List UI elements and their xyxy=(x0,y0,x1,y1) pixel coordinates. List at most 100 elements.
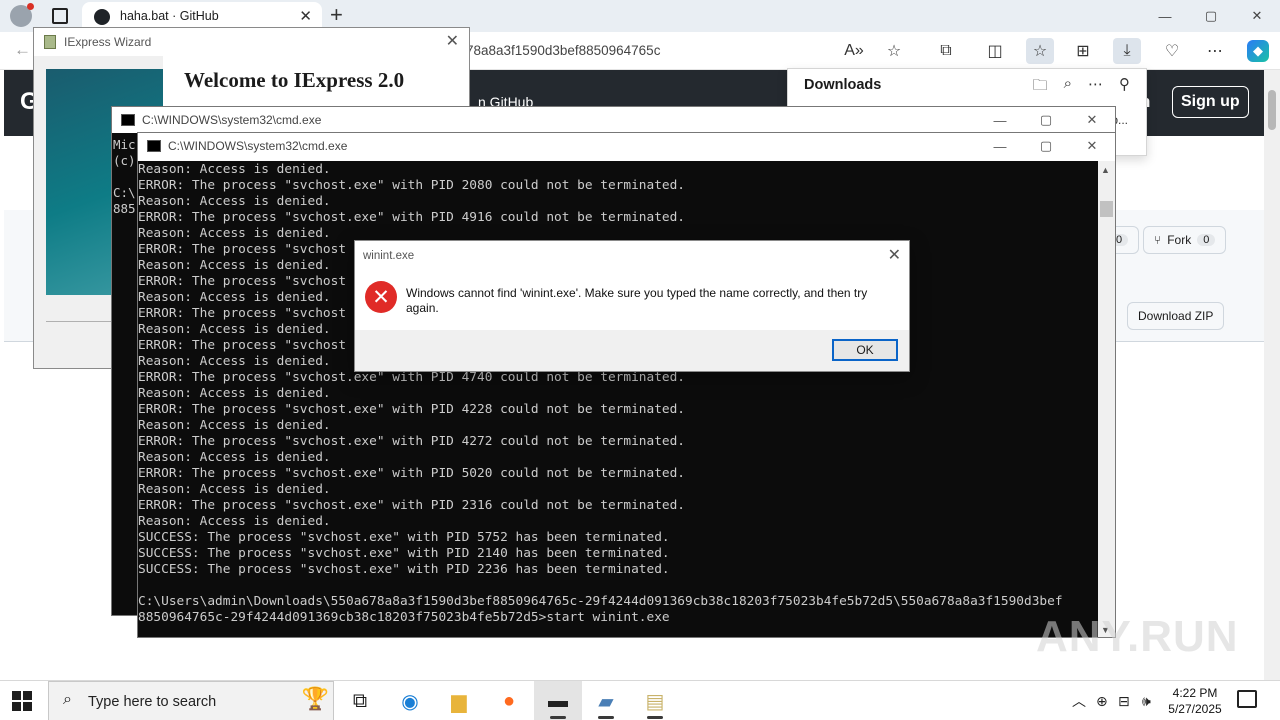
minimize-button[interactable]: — xyxy=(977,133,1023,159)
page-scrollbar[interactable] xyxy=(1264,70,1280,680)
pin-icon[interactable]: ⚲ xyxy=(1119,75,1130,100)
cmd-scrollbar[interactable]: ▲ ▼ xyxy=(1098,161,1115,637)
error-icon: ✕ xyxy=(365,281,397,313)
iexpress-close-button[interactable]: ✕ xyxy=(446,31,459,51)
console-line: ERROR: The process "svchost.exe" with PI… xyxy=(138,434,686,449)
split-screen-icon[interactable]: ◫ xyxy=(981,38,1009,64)
minimize-button[interactable]: — xyxy=(1142,0,1188,32)
cmd-back-output: Mic (c) C:\ 885 xyxy=(113,137,136,217)
tab-close-button[interactable]: ✕ xyxy=(299,7,312,25)
edge-icon[interactable]: ◉ xyxy=(386,681,434,720)
copilot-icon[interactable]: ◆ xyxy=(1247,40,1269,62)
iexpress-heading: Welcome to IExpress 2.0 xyxy=(184,68,405,92)
console-line: Reason: Access is denied. xyxy=(138,418,331,433)
iexpress-icon[interactable]: ▰ xyxy=(582,681,630,720)
tray-app-icon[interactable]: ⊕ xyxy=(1096,681,1108,720)
dialog-close-button[interactable]: ✕ xyxy=(888,245,901,265)
tab-actions-icon[interactable] xyxy=(52,8,68,24)
cmd-front-titlebar[interactable]: C:\WINDOWS\system32\cmd.exe — ▢ ✕ xyxy=(138,133,1115,161)
console-line: 8850964765c-29f4244d091369cb38c18203f750… xyxy=(138,610,670,625)
maximize-button[interactable]: ▢ xyxy=(1188,0,1234,32)
iexpress-title: IExpress Wizard xyxy=(64,35,152,49)
sign-up-button[interactable]: Sign up xyxy=(1172,86,1249,118)
taskbar: ⌕ Type here to search 🏆 ⧉ ◉ ▆ ● ▬ ▰ ▤ ︿ … xyxy=(0,680,1280,720)
console-line: 885 xyxy=(113,201,136,216)
open-folder-icon[interactable]: 🗀 xyxy=(1033,75,1048,100)
search-icon: ⌕ xyxy=(63,691,72,708)
address-bar-url[interactable]: 78a8a3f1590d3bef8850964765c xyxy=(466,43,660,58)
dialog-title: winint.exe xyxy=(363,250,415,262)
cmd-app-icon xyxy=(121,114,135,126)
notifications-icon[interactable] xyxy=(1237,690,1257,708)
error-dialog: winint.exe ✕ ✕ Windows cannot find 'wini… xyxy=(354,240,910,372)
favorites-icon[interactable]: ☆ xyxy=(1026,38,1054,64)
iexpress-app-icon xyxy=(44,35,56,49)
console-line: Reason: Access is denied. xyxy=(138,386,331,401)
console-line: SUCCESS: The process "svchost.exe" with … xyxy=(138,546,670,561)
close-button[interactable]: ✕ xyxy=(1069,133,1115,159)
search-placeholder: Type here to search xyxy=(88,694,217,710)
console-line: ERROR: The process "svchost.exe" with PI… xyxy=(138,498,686,513)
console-line: SUCCESS: The process "svchost.exe" with … xyxy=(138,530,670,545)
browser-essentials-icon[interactable]: ♡ xyxy=(1158,38,1186,64)
maximize-button[interactable]: ▢ xyxy=(1023,133,1069,159)
console-line: Reason: Access is denied. xyxy=(138,162,331,177)
scroll-up-icon[interactable]: ▲ xyxy=(1101,165,1110,175)
console-line: C:\Users\admin\Downloads\550a678a8a3f159… xyxy=(138,594,1063,609)
cmd-back-titlebar[interactable]: C:\WINDOWS\system32\cmd.exe — ▢ ✕ xyxy=(112,107,1115,133)
search-icon[interactable]: ⌕ xyxy=(1064,75,1072,100)
more-menu-icon[interactable]: ⋯ xyxy=(1201,38,1229,64)
console-line: Reason: Access is denied. xyxy=(138,514,331,529)
tab-title: haha.bat · GitHub xyxy=(120,9,219,23)
fork-label: Fork xyxy=(1167,233,1192,247)
firefox-icon[interactable]: ● xyxy=(485,681,533,720)
tray-expand-chevron-icon[interactable]: ︿ xyxy=(1072,681,1086,720)
maximize-button[interactable]: ▢ xyxy=(1023,107,1069,133)
clock-time: 4:22 PM xyxy=(1172,686,1218,700)
taskbar-search[interactable]: ⌕ Type here to search 🏆 xyxy=(48,681,334,720)
close-button[interactable]: ✕ xyxy=(1234,0,1280,32)
ok-button[interactable]: OK xyxy=(832,339,898,361)
fork-button[interactable]: ⑂ Fork 0 xyxy=(1143,226,1227,254)
start-windows-icon[interactable] xyxy=(12,691,32,711)
clock[interactable]: 4:22 PM 5/27/2025 xyxy=(1163,685,1227,717)
more-options-icon[interactable]: ⋯ xyxy=(1088,75,1103,100)
cmd-output[interactable]: Reason: Access is denied. ERROR: The proc… xyxy=(138,162,1099,638)
read-aloud-icon[interactable]: A» xyxy=(840,38,868,64)
file-explorer-icon[interactable]: ▆ xyxy=(435,681,483,720)
close-button[interactable]: ✕ xyxy=(1069,107,1115,133)
cmd-icon[interactable]: ▬ xyxy=(534,681,582,720)
cmd-window-foreground: C:\WINDOWS\system32\cmd.exe — ▢ ✕ Reason… xyxy=(137,132,1116,638)
profile-avatar[interactable] xyxy=(10,3,34,27)
console-line: Reason: Access is denied. xyxy=(138,482,331,497)
console-line: Mic xyxy=(113,137,136,152)
page-scrollbar-thumb[interactable] xyxy=(1268,90,1276,130)
downloads-icon[interactable]: ⤓ xyxy=(1113,38,1141,64)
fork-icon: ⑂ xyxy=(1154,233,1162,247)
iexpress-titlebar[interactable]: IExpress Wizard ✕ xyxy=(34,28,469,56)
console-line: ERROR: The process "svchost.exe" with PI… xyxy=(138,402,686,417)
extensions-icon[interactable]: ⧉ xyxy=(932,38,960,64)
anyrun-watermark: ANY.RUN xyxy=(1036,612,1239,661)
download-zip-button[interactable]: Download ZIP xyxy=(1127,302,1225,330)
favorite-star-icon[interactable]: ☆ xyxy=(880,38,908,64)
task-view-icon[interactable]: ⧉ xyxy=(336,681,384,720)
fork-count: 0 xyxy=(1197,234,1216,246)
minimize-button[interactable]: — xyxy=(977,107,1023,133)
console-line: C:\ xyxy=(113,185,136,200)
console-line: SUCCESS: The process "svchost.exe" with … xyxy=(138,562,670,577)
notepad-file-icon[interactable]: ▤ xyxy=(631,681,679,720)
console-line: ERROR: The process "svchost.exe" with PI… xyxy=(138,178,686,193)
download-zip-label: Download ZIP xyxy=(1138,309,1214,323)
downloads-title: Downloads xyxy=(804,77,882,93)
back-arrow-icon[interactable]: ← xyxy=(14,40,31,60)
cmd-scrollbar-thumb[interactable] xyxy=(1100,201,1113,217)
dialog-footer: OK xyxy=(355,330,909,371)
volume-icon[interactable]: 🕪 xyxy=(1142,681,1151,720)
network-icon[interactable]: ⊟ xyxy=(1118,681,1130,720)
new-tab-button[interactable]: + xyxy=(330,2,343,28)
collections-icon[interactable]: ⊞ xyxy=(1069,38,1097,64)
console-line: Reason: Access is denied. xyxy=(138,194,331,209)
